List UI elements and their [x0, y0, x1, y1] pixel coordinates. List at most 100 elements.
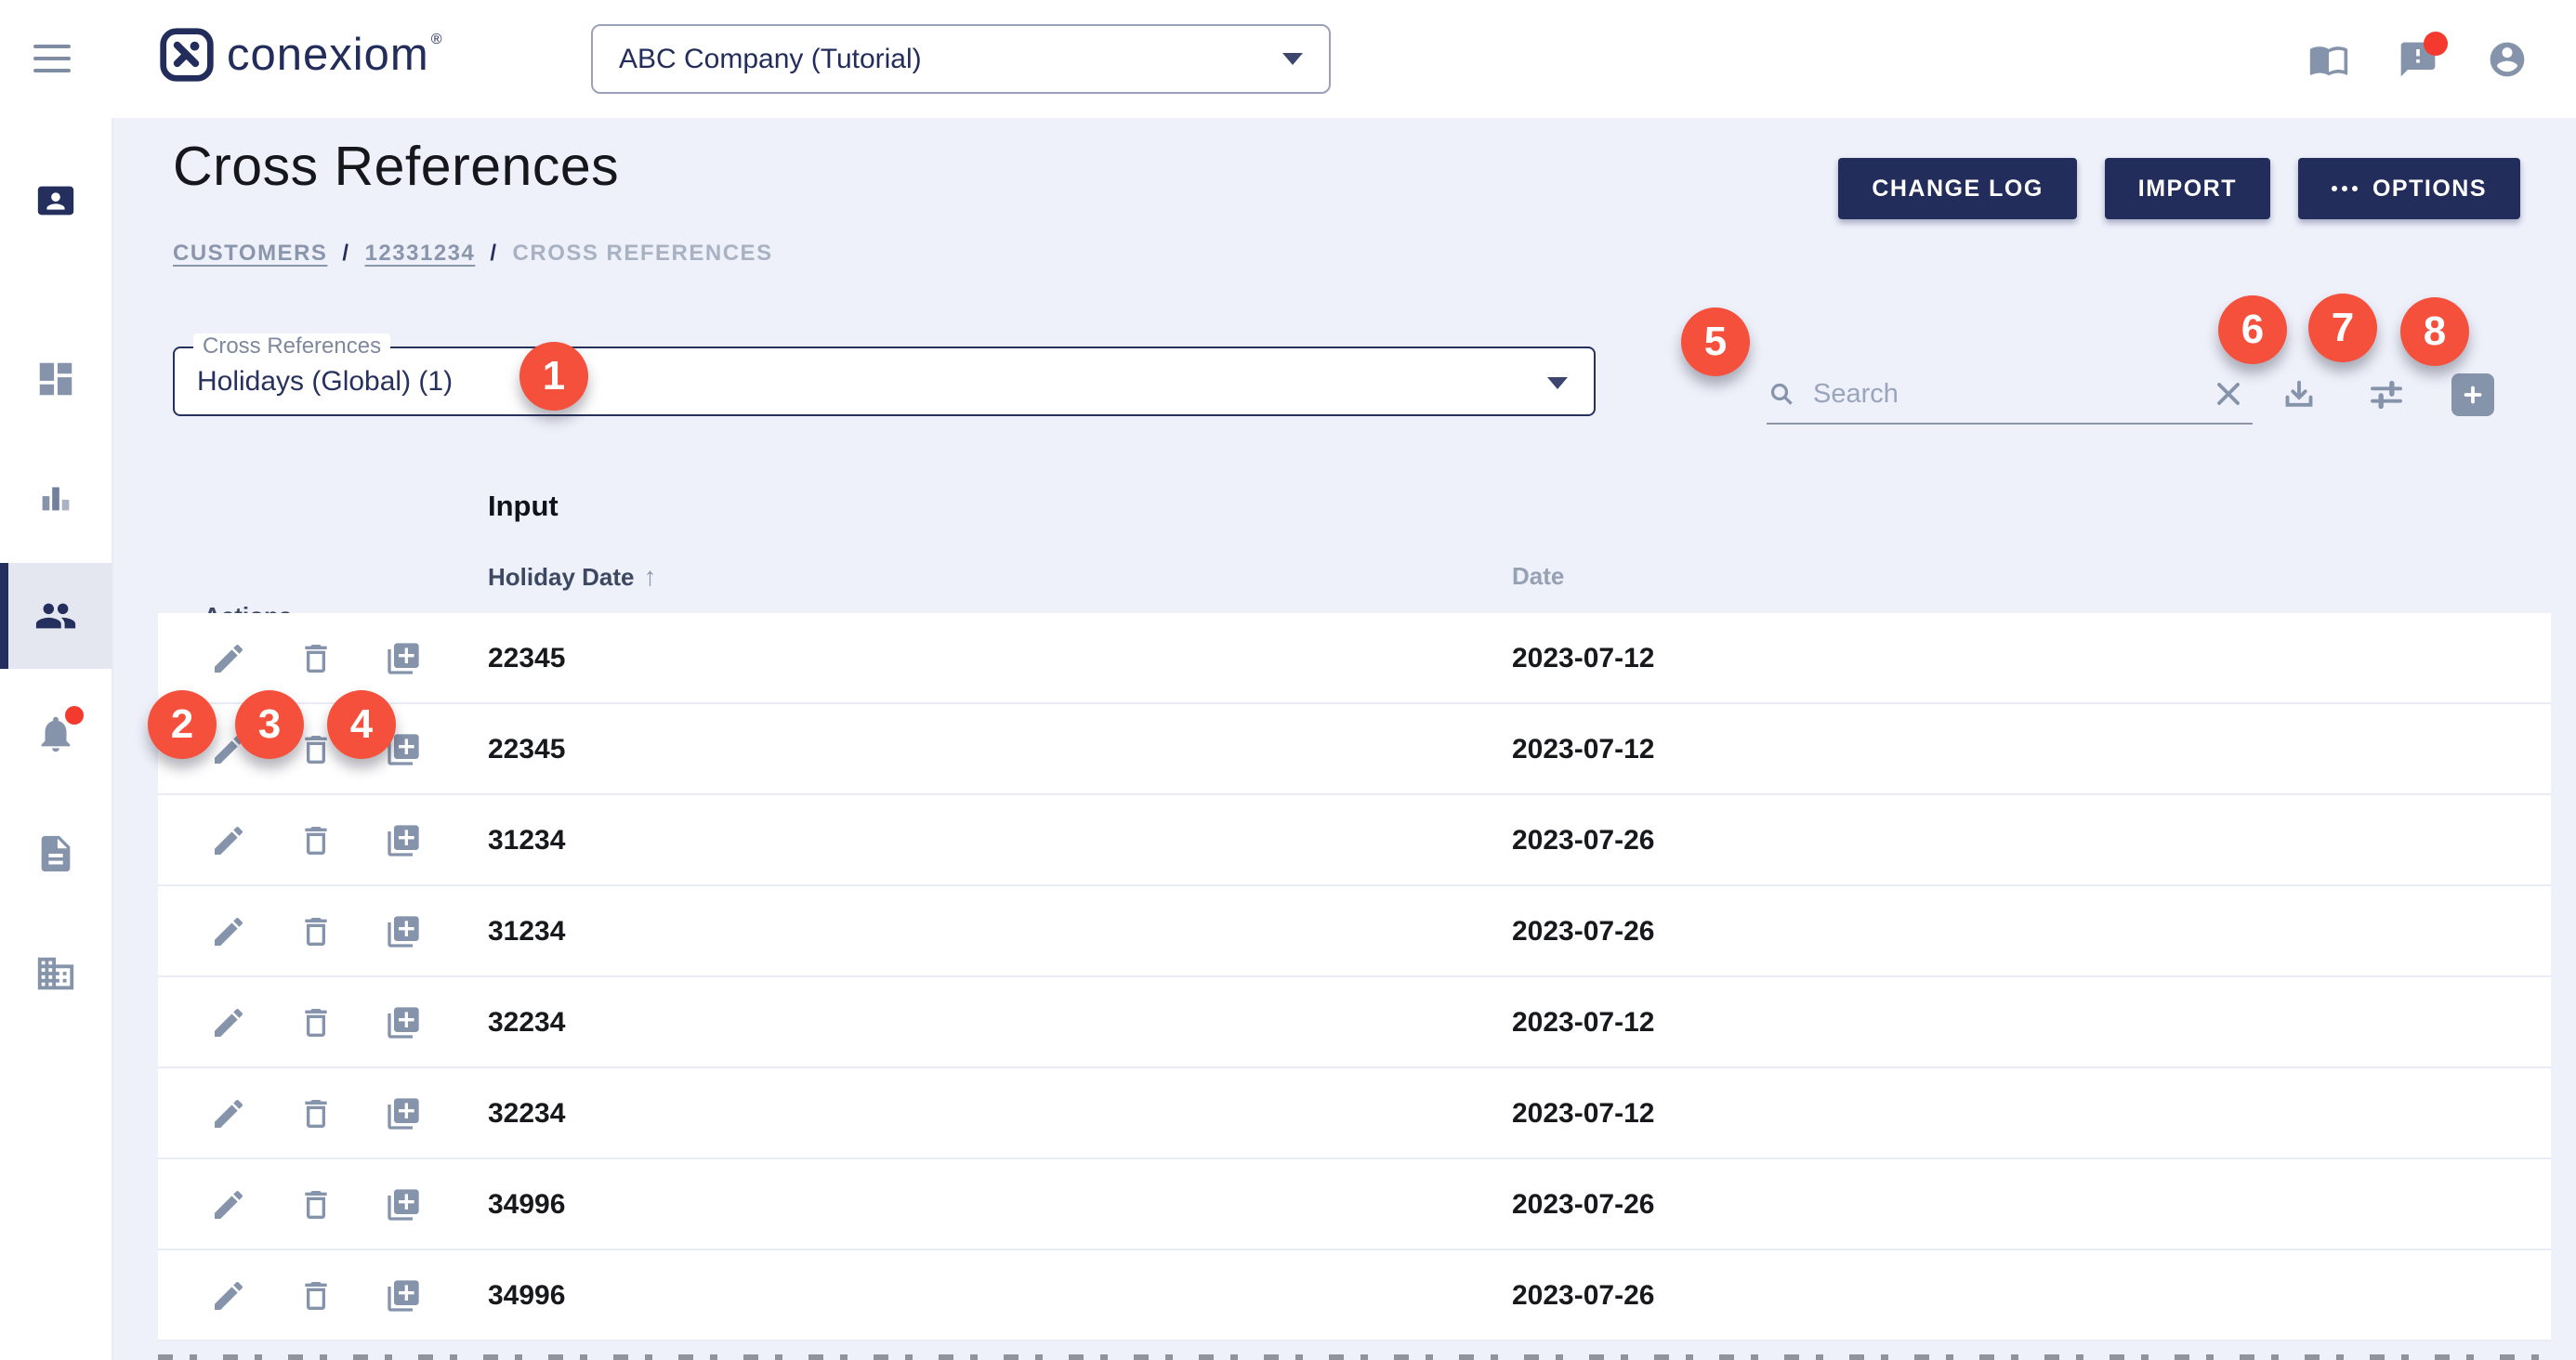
table-row: 22345 2023-07-12	[158, 704, 2551, 795]
cross-references-select[interactable]: Cross References Holidays (Global) (1)	[173, 347, 1596, 416]
sidebar	[0, 118, 113, 1360]
contact-badge-icon	[34, 179, 77, 222]
filter-icon[interactable]	[2362, 371, 2411, 419]
sort-ascending-icon: ↑	[644, 562, 657, 592]
brand-name: conexiom	[227, 29, 429, 81]
column-header-date[interactable]: Date	[1512, 562, 1564, 591]
page-title: Cross References	[173, 135, 619, 198]
sidebar-item-reports[interactable]	[34, 477, 77, 519]
trash-icon[interactable]	[297, 822, 335, 859]
sidebar-item-company[interactable]	[34, 952, 77, 995]
edit-icon[interactable]	[210, 1095, 247, 1132]
trash-icon[interactable]	[297, 1095, 335, 1132]
table-column-headers: Actions Holiday Date ↑ Date	[158, 562, 2551, 603]
search-input[interactable]	[1813, 379, 2188, 410]
document-icon	[34, 832, 77, 875]
duplicate-icon[interactable]	[385, 822, 422, 859]
account-icon[interactable]	[2487, 39, 2528, 80]
edit-icon[interactable]	[210, 1277, 247, 1314]
brand-logo: conexiom ®	[158, 26, 440, 84]
duplicate-icon[interactable]	[385, 1004, 422, 1041]
breadcrumb-current: CROSS REFERENCES	[513, 241, 773, 267]
table-group-header: Input	[488, 490, 559, 523]
holiday-date-cell: 32234	[488, 977, 565, 1068]
company-selector-value: ABC Company (Tutorial)	[619, 44, 1282, 75]
duplicate-icon[interactable]	[385, 1277, 422, 1314]
notification-dot	[65, 706, 84, 725]
edit-icon[interactable]	[210, 822, 247, 859]
feedback-icon[interactable]	[2398, 39, 2438, 80]
table-row: 34996 2023-07-26	[158, 1159, 2551, 1250]
edit-icon[interactable]	[210, 913, 247, 950]
book-icon[interactable]	[2308, 39, 2349, 80]
people-icon	[34, 595, 77, 637]
table-row: 32234 2023-07-12	[158, 977, 2551, 1068]
add-icon[interactable]	[2451, 373, 2494, 416]
ellipsis-icon	[2332, 186, 2358, 191]
duplicate-icon[interactable]	[385, 640, 422, 677]
breadcrumb: CUSTOMERS / 12331234 / CROSS REFERENCES	[173, 241, 773, 267]
import-button[interactable]: IMPORT	[2105, 158, 2270, 219]
sidebar-item-documents[interactable]	[34, 832, 77, 875]
download-icon[interactable]	[2275, 371, 2323, 419]
holiday-date-cell: 22345	[488, 613, 565, 704]
holiday-date-cell: 34996	[488, 1159, 565, 1250]
building-icon	[34, 952, 77, 995]
duplicate-icon[interactable]	[385, 1095, 422, 1132]
table-row: 32234 2023-07-12	[158, 1068, 2551, 1159]
date-cell: 2023-07-12	[1512, 613, 1654, 704]
select-value: Holidays (Global) (1)	[197, 348, 453, 414]
trash-icon[interactable]	[297, 1004, 335, 1041]
dashboard-icon	[34, 358, 77, 400]
holiday-date-cell: 31234	[488, 886, 565, 977]
sidebar-item-contacts[interactable]	[34, 179, 77, 222]
change-log-button[interactable]: CHANGE LOG	[1838, 158, 2076, 219]
sidebar-item-customers[interactable]	[34, 595, 77, 637]
topbar: conexiom ® ABC Company (Tutorial)	[0, 0, 2576, 118]
date-cell: 2023-07-12	[1512, 977, 1654, 1068]
search-field	[1767, 365, 2253, 425]
duplicate-icon[interactable]	[385, 1186, 422, 1223]
trash-icon[interactable]	[297, 1277, 335, 1314]
date-cell: 2023-07-26	[1512, 1250, 1654, 1341]
annotation-badge: 2	[148, 690, 217, 759]
menu-icon[interactable]	[33, 43, 71, 74]
annotation-badge: 5	[1681, 307, 1750, 376]
sidebar-item-dashboard[interactable]	[34, 358, 77, 400]
chevron-down-icon	[1282, 53, 1303, 65]
company-selector[interactable]: ABC Company (Tutorial)	[591, 24, 1331, 94]
duplicate-icon[interactable]	[385, 913, 422, 950]
registered-mark: ®	[431, 32, 442, 48]
date-cell: 2023-07-26	[1512, 886, 1654, 977]
trash-icon[interactable]	[297, 1186, 335, 1223]
chevron-down-icon	[1547, 377, 1568, 389]
trash-icon[interactable]	[297, 640, 335, 677]
holiday-date-cell: 32234	[488, 1068, 565, 1159]
breadcrumb-customers[interactable]: CUSTOMERS	[173, 241, 327, 267]
date-cell: 2023-07-12	[1512, 704, 1654, 795]
breadcrumb-customer-id[interactable]: 12331234	[365, 241, 476, 267]
table-row: 22345 2023-07-12	[158, 613, 2551, 704]
table-row: 31234 2023-07-26	[158, 795, 2551, 886]
table-row: 34996 2023-07-26	[158, 1250, 2551, 1341]
holiday-date-cell: 22345	[488, 704, 565, 795]
notification-dot	[2424, 32, 2448, 56]
search-icon	[1767, 379, 1796, 409]
annotation-badge: 3	[235, 690, 304, 759]
options-button[interactable]: OPTIONS	[2298, 158, 2520, 219]
holiday-date-cell: 34996	[488, 1250, 565, 1341]
sidebar-item-notifications[interactable]	[34, 713, 77, 755]
holiday-date-cell: 31234	[488, 795, 565, 886]
column-header-holiday-date[interactable]: Holiday Date ↑	[488, 562, 657, 592]
edit-icon[interactable]	[210, 1004, 247, 1041]
bar-chart-icon	[34, 477, 77, 519]
table-body: 22345 2023-07-12 22345 2023-07-12 31234 …	[158, 613, 2551, 1341]
cross-references-table: Input Actions Holiday Date ↑ Date 22345 …	[158, 490, 2551, 1360]
date-cell: 2023-07-26	[1512, 1159, 1654, 1250]
trash-icon[interactable]	[297, 913, 335, 950]
edit-icon[interactable]	[210, 640, 247, 677]
edit-icon[interactable]	[210, 1186, 247, 1223]
annotation-badge: 1	[519, 342, 588, 411]
annotation-badge: 4	[327, 690, 396, 759]
clear-search-icon[interactable]	[2204, 370, 2253, 418]
